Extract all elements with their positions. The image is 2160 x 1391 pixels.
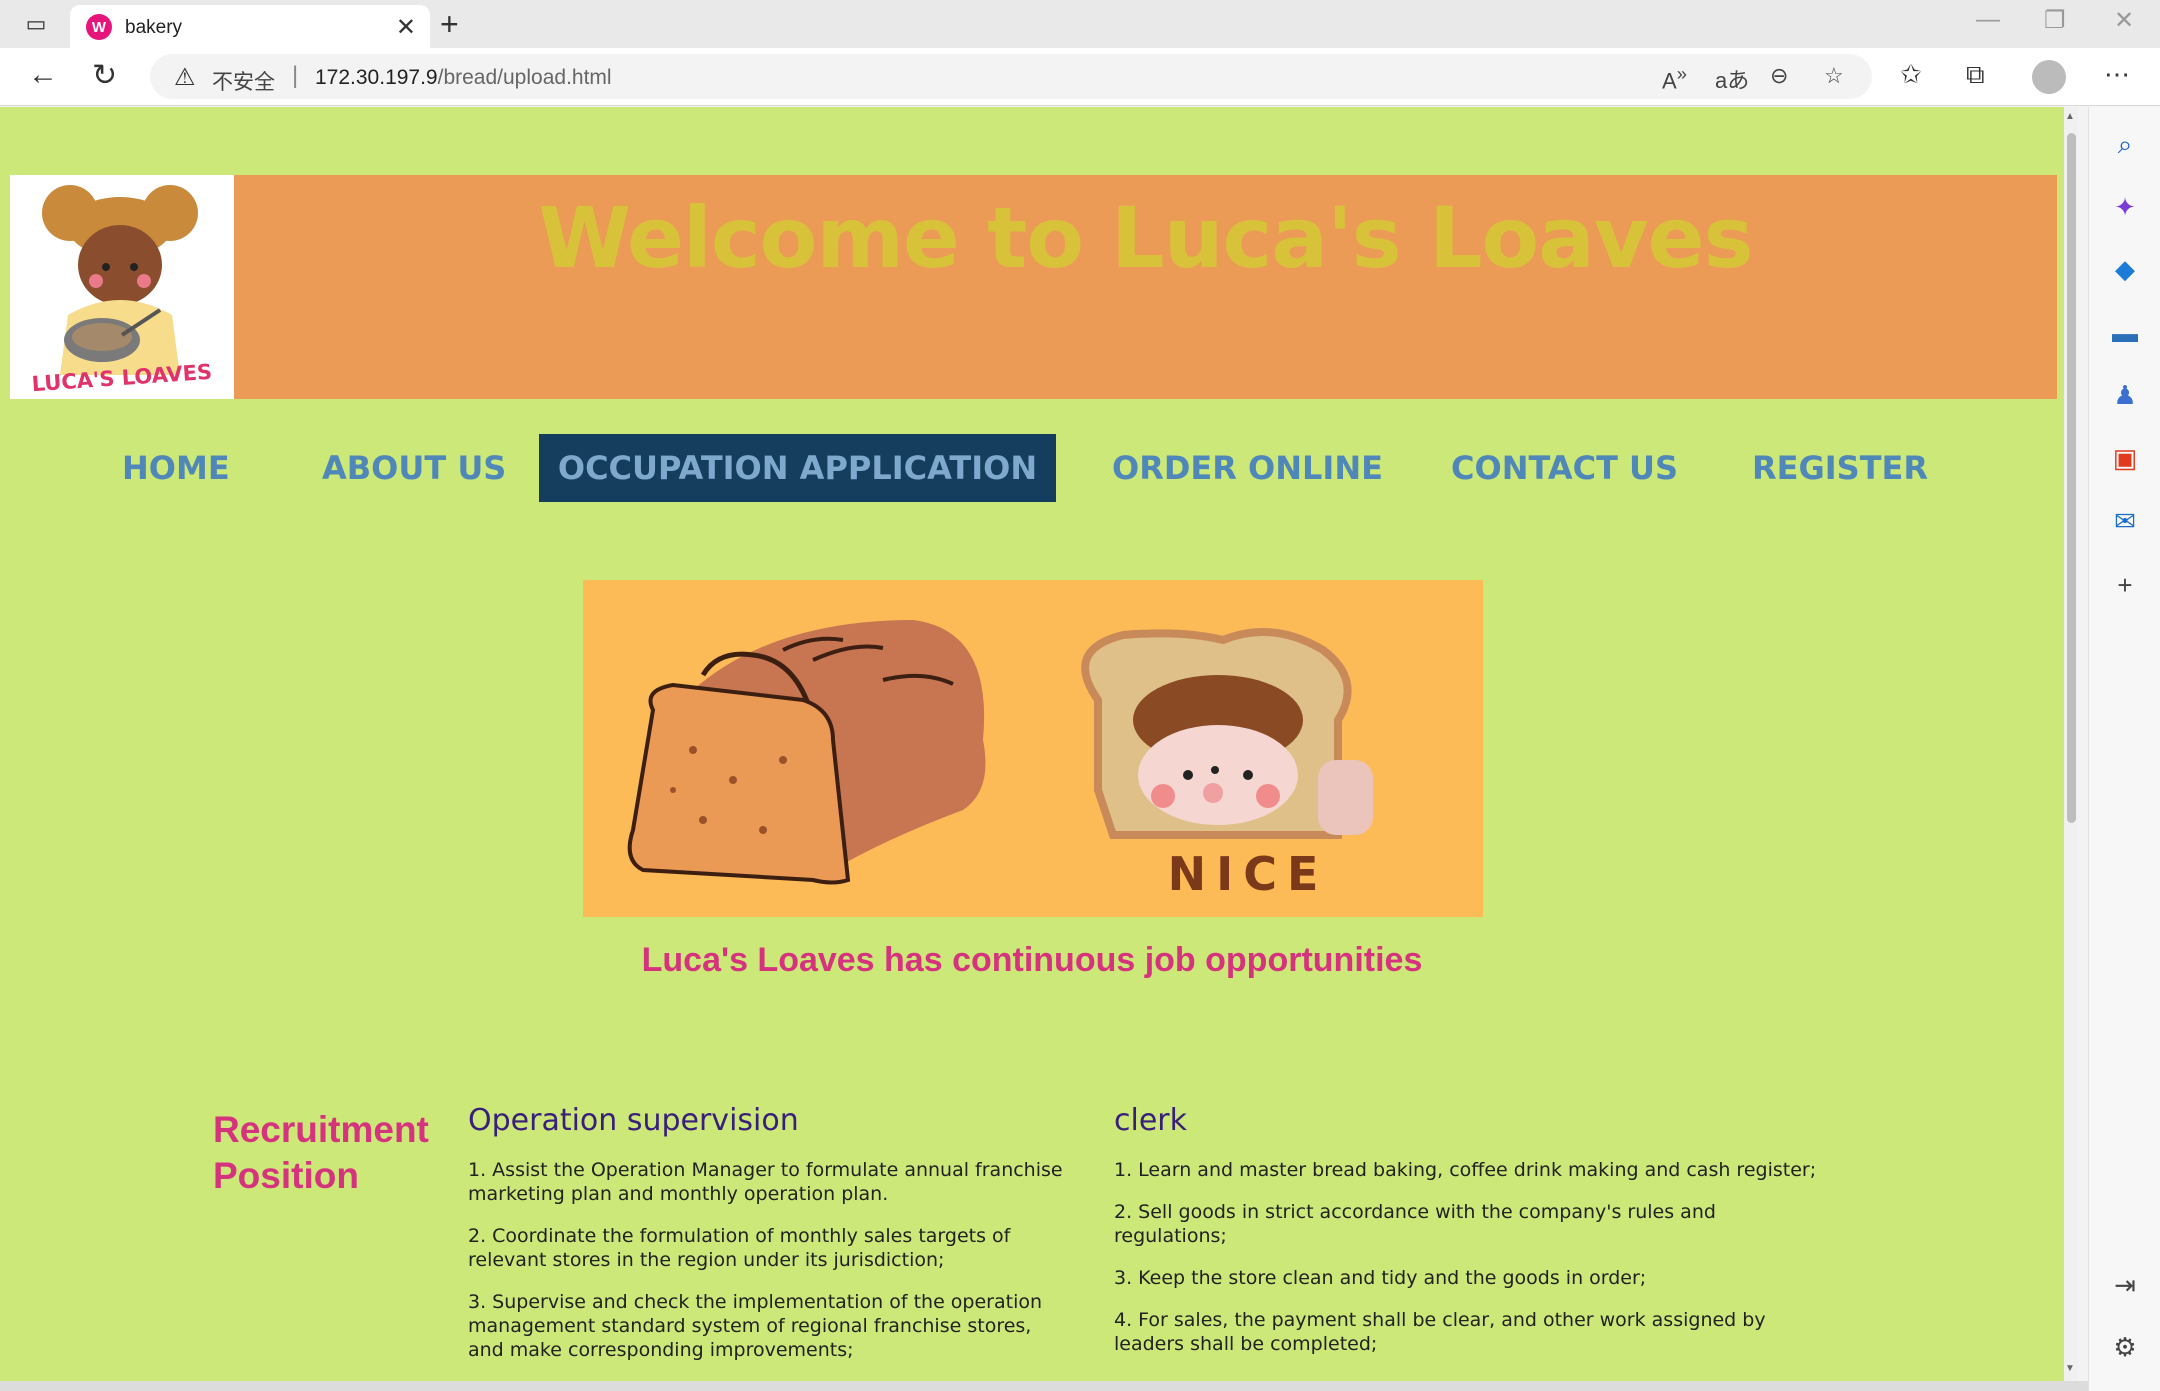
zoom-out-icon[interactable]: ⊖ — [1770, 63, 1788, 89]
baker-girl-icon: LUCA'S LOAVES — [31, 185, 213, 397]
page-body: LUCA'S LOAVES Welcome to Luca's Loaves H… — [0, 107, 2064, 1381]
nav-contact-us[interactable]: CONTACT US — [1451, 434, 1678, 502]
job-tagline: Luca's Loaves has continuous job opportu… — [641, 941, 1423, 979]
active-tab[interactable]: W bakery ✕ — [70, 5, 430, 48]
position-title: clerk — [1114, 1103, 1187, 1138]
position-operation-supervision: Operation supervision 1. Assist the Oper… — [468, 1103, 1068, 1380]
duties-list: 1. Learn and master bread baking, coffee… — [1114, 1158, 1834, 1356]
sidebar-settings-icon[interactable]: ⚙ — [2107, 1329, 2143, 1365]
nav-register[interactable]: REGISTER — [1752, 434, 1928, 502]
site-title: Welcome to Luca's Loaves — [538, 189, 1753, 287]
duty-item: 3. Supervise and check the implementatio… — [468, 1291, 1043, 1361]
page-scrollbar[interactable]: ▲ ▼ — [2064, 107, 2078, 1381]
duty-item: 4. For sales, the payment shall be clear… — [1114, 1309, 1766, 1355]
bread-illustration: NICE — [627, 620, 1373, 901]
scroll-up-icon[interactable]: ▲ — [2065, 111, 2075, 122]
minimize-icon[interactable]: — — [1976, 6, 2000, 34]
copilot-icon[interactable]: ✦ — [2107, 189, 2143, 225]
restore-icon[interactable]: ❐ — [2044, 6, 2066, 35]
position-title: Operation supervision — [468, 1103, 799, 1138]
nav-order-online[interactable]: ORDER ONLINE — [1112, 434, 1383, 502]
outlook-icon[interactable]: ✉ — [2107, 503, 2143, 539]
back-icon[interactable]: ← — [28, 58, 58, 92]
duty-item: 2. Coordinate the formulation of monthly… — [468, 1225, 1011, 1271]
scroll-down-icon[interactable]: ▼ — [2065, 1363, 2075, 1374]
favorites-icon[interactable]: ✩ — [1900, 59, 1922, 90]
refresh-icon[interactable]: ↻ — [92, 58, 117, 93]
svg-text:LUCA'S LOAVES: LUCA'S LOAVES — [31, 360, 213, 397]
site-header: LUCA'S LOAVES Welcome to Luca's Loaves — [10, 175, 2057, 399]
scroll-thumb[interactable] — [2067, 133, 2076, 823]
duty-item: 1. Learn and master bread baking, coffee… — [1114, 1159, 1817, 1181]
recruitment-heading: Recruitment Position — [213, 1109, 429, 1196]
profile-avatar[interactable] — [2032, 60, 2066, 94]
translate-icon[interactable]: aあ — [1715, 63, 1749, 95]
nav-home[interactable]: HOME — [122, 434, 230, 502]
add-sidebar-app-icon[interactable]: + — [2107, 567, 2143, 603]
more-menu-icon[interactable]: ⋯ — [2104, 59, 2130, 90]
tools-icon[interactable]: ▬ — [2107, 315, 2143, 351]
tab-actions-icon[interactable]: ▭ — [20, 10, 52, 38]
url-text[interactable]: 172.30.197.9/bread/upload.html — [315, 66, 612, 90]
nav-occupation-application[interactable]: OCCUPATION APPLICATION — [539, 434, 1056, 502]
site-logo[interactable]: LUCA'S LOAVES — [10, 175, 234, 399]
window-close-icon[interactable]: ✕ — [2114, 6, 2134, 35]
duty-item: 1. Assist the Operation Manager to formu… — [468, 1159, 1063, 1205]
edge-sidebar: ⌕ ✦ ◆ ▬ ♟ ▣ ✉ + ⇥ ⚙ — [2088, 107, 2160, 1391]
games-icon[interactable]: ♟ — [2107, 377, 2143, 413]
url-divider: | — [292, 62, 299, 89]
add-favorite-icon[interactable]: ☆ — [1824, 63, 1844, 89]
duty-item: 3. Keep the store clean and tidy and the… — [1114, 1267, 1647, 1289]
shopping-tag-icon[interactable]: ◆ — [2107, 251, 2143, 287]
warning-icon[interactable]: ⚠ — [174, 63, 196, 92]
nice-label: NICE — [1168, 847, 1329, 901]
security-label[interactable]: 不安全 — [212, 66, 275, 96]
duties-list: 1. Assist the Operation Manager to formu… — [468, 1158, 1068, 1362]
hide-sidebar-icon[interactable]: ⇥ — [2107, 1267, 2143, 1303]
collections-icon[interactable]: ⧉ — [1966, 59, 1985, 91]
close-tab-icon[interactable]: ✕ — [396, 13, 416, 42]
new-tab-icon[interactable]: + — [440, 6, 459, 43]
favicon-icon: W — [86, 14, 112, 40]
position-clerk: clerk 1. Learn and master bread baking, … — [1114, 1103, 1834, 1374]
taskbar-edge — [0, 1381, 2088, 1391]
tab-bar: ▭ W bakery ✕ + — ❐ ✕ — [0, 0, 2160, 48]
url-field[interactable]: ⚠ 不安全 | 172.30.197.9/bread/upload.html A… — [150, 54, 1872, 99]
tab-title: bakery — [125, 17, 183, 38]
office-icon[interactable]: ▣ — [2107, 440, 2143, 476]
duty-item: 2. Sell goods in strict accordance with … — [1114, 1201, 1716, 1247]
read-aloud-icon[interactable]: A» — [1662, 63, 1687, 94]
search-icon[interactable]: ⌕ — [2107, 127, 2143, 163]
nav-about-us[interactable]: ABOUT US — [322, 434, 506, 502]
main-nav: HOME ABOUT US OCCUPATION APPLICATION ORD… — [0, 434, 2064, 502]
hero-image: NICE — [583, 580, 1483, 917]
address-bar-row: ← ↻ ⚠ 不安全 | 172.30.197.9/bread/upload.ht… — [0, 48, 2160, 106]
